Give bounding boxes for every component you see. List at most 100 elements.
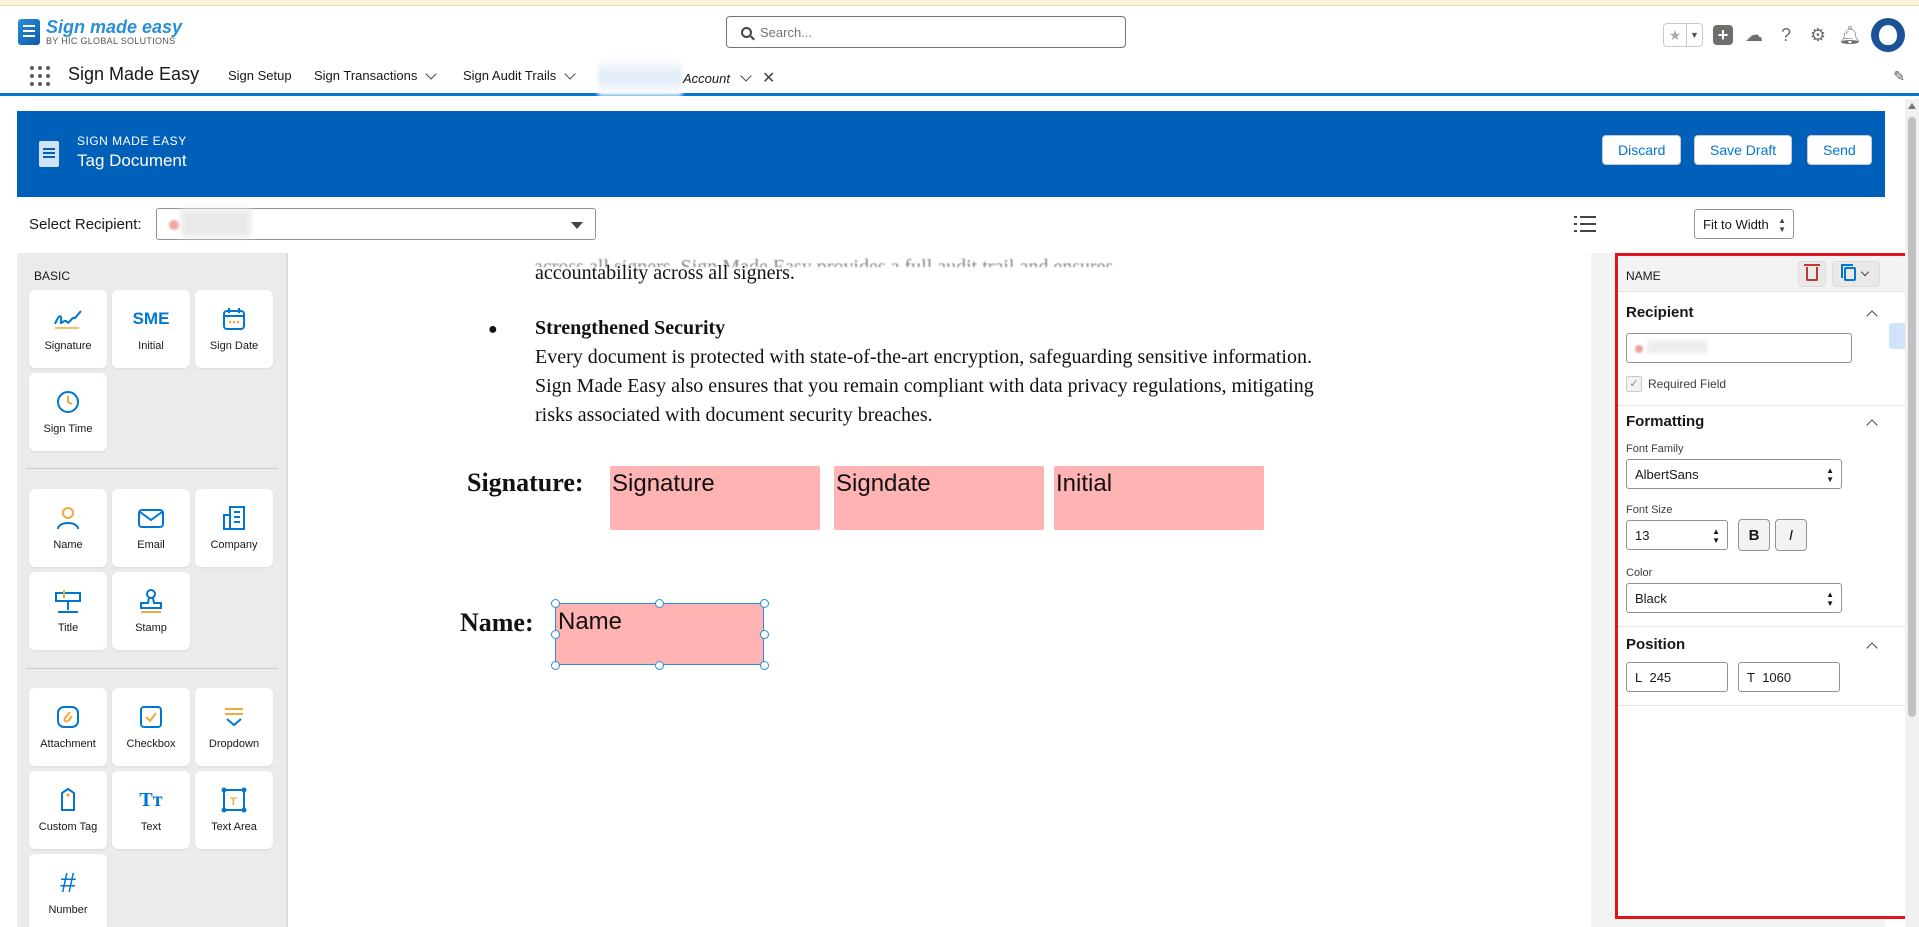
- section-divider: [1618, 405, 1906, 406]
- favorites-control[interactable]: ★ ▼: [1663, 23, 1703, 47]
- chevron-up-icon[interactable]: [1866, 419, 1878, 431]
- calendar-icon: [219, 304, 249, 334]
- tile-label: Attachment: [40, 738, 96, 750]
- tile-label: Initial: [138, 340, 164, 352]
- bold-button[interactable]: B: [1738, 519, 1770, 551]
- chevron-down-icon[interactable]: [740, 70, 752, 82]
- palette-tile-dropdown[interactable]: Dropdown: [195, 688, 273, 766]
- star-icon[interactable]: ★: [1664, 24, 1686, 46]
- left-prefix: L: [1635, 670, 1643, 685]
- resize-handle[interactable]: [760, 661, 769, 670]
- resize-handle[interactable]: [551, 599, 560, 608]
- caret-down-icon: [571, 222, 583, 229]
- italic-button[interactable]: I: [1775, 519, 1807, 551]
- nav-item-sign-setup[interactable]: Sign Setup: [228, 68, 292, 83]
- palette-tile-initial[interactable]: SME Initial: [112, 290, 190, 368]
- zoom-select[interactable]: Fit to Width ▲ ▼: [1694, 209, 1794, 239]
- global-search[interactable]: Search...: [726, 16, 1126, 48]
- redacted-tab[interactable]: [598, 58, 682, 96]
- text-area-icon: T: [219, 785, 249, 815]
- discard-button[interactable]: Discard: [1602, 135, 1682, 165]
- signature-field[interactable]: Signature: [610, 466, 820, 530]
- color-value: Black: [1635, 591, 1667, 606]
- send-button[interactable]: Send: [1807, 135, 1872, 165]
- page-scrollbar[interactable]: [1905, 99, 1919, 927]
- initial-field[interactable]: Initial: [1054, 466, 1264, 530]
- nav-item-sign-transactions[interactable]: Sign Transactions: [314, 67, 438, 83]
- font-family-select[interactable]: AlbertSans ▲ ▼: [1626, 459, 1842, 489]
- resize-handle[interactable]: [760, 599, 769, 608]
- palette-tile-attachment[interactable]: Attachment: [29, 688, 107, 766]
- close-icon[interactable]: ✕: [762, 68, 775, 88]
- required-field-checkbox[interactable]: ✓: [1626, 376, 1642, 392]
- palette-tile-text-area[interactable]: T Text Area: [195, 771, 273, 849]
- palette-tile-stamp[interactable]: Stamp: [112, 572, 190, 650]
- user-avatar[interactable]: [1871, 18, 1905, 52]
- position-top-input[interactable]: T 1060: [1738, 662, 1840, 692]
- palette-tile-checkbox[interactable]: Checkbox: [112, 688, 190, 766]
- recipient-select[interactable]: [156, 208, 596, 240]
- recipient-input[interactable]: [1626, 333, 1852, 363]
- resize-handle[interactable]: [551, 630, 560, 639]
- nav-item-sign-audit-trails[interactable]: Sign Audit Trails: [463, 67, 576, 83]
- chevron-down-icon[interactable]: [425, 67, 438, 80]
- palette-tile-company[interactable]: Company: [195, 489, 273, 567]
- nav-item-label: Sign Setup: [228, 68, 292, 83]
- palette-tile-name[interactable]: Name: [29, 489, 107, 567]
- resize-handle[interactable]: [655, 661, 664, 670]
- tile-label: Text: [140, 821, 162, 833]
- initial-icon: SME: [132, 309, 170, 328]
- font-size-stepper[interactable]: 13 ▲ ▼: [1626, 520, 1728, 550]
- palette-tile-email[interactable]: Email: [112, 489, 190, 567]
- palette-tile-title[interactable]: Title: [29, 572, 107, 650]
- chevron-down-icon[interactable]: ▼: [1686, 24, 1702, 46]
- chevron-up-icon[interactable]: [1866, 310, 1878, 322]
- document-canvas[interactable]: across all signers. Sign Made Easy provi…: [287, 253, 1591, 927]
- save-draft-button[interactable]: Save Draft: [1694, 135, 1793, 165]
- gear-icon[interactable]: ⚙: [1807, 24, 1829, 46]
- resize-handle[interactable]: [551, 661, 560, 670]
- palette-tile-sign-time[interactable]: Sign Time: [29, 373, 107, 451]
- app-logo[interactable]: Sign made easy BY HIC GLOBAL SOLUTIONS: [18, 18, 182, 46]
- section-divider: [1618, 705, 1906, 706]
- tag-icon: [53, 785, 83, 815]
- chevron-up-icon[interactable]: [1866, 642, 1878, 654]
- palette-tile-custom-tag[interactable]: Custom Tag: [29, 771, 107, 849]
- palette-tile-signature[interactable]: Signature: [29, 290, 107, 368]
- signdate-field[interactable]: Signdate: [834, 466, 1044, 530]
- scrollbar-thumb[interactable]: [1908, 117, 1916, 717]
- document-logo-icon: [18, 19, 40, 45]
- doc-line: Sign Made Easy also ensures that you rem…: [535, 375, 1314, 397]
- panel-collapse-tab[interactable]: [1889, 323, 1905, 349]
- bell-icon[interactable]: 🔔︎: [1839, 24, 1862, 46]
- global-actions-plus-icon[interactable]: +: [1713, 25, 1733, 45]
- delete-field-button[interactable]: [1798, 261, 1826, 287]
- edit-pencil-icon[interactable]: ✎: [1893, 68, 1905, 85]
- duplicate-field-button[interactable]: [1832, 261, 1880, 287]
- palette-tile-text[interactable]: Tт Text: [112, 771, 190, 849]
- top-prefix: T: [1747, 670, 1755, 685]
- app-launcher-icon[interactable]: [30, 66, 50, 86]
- tab-account[interactable]: Account ✕: [683, 68, 775, 88]
- search-icon: [741, 26, 752, 38]
- resize-handle[interactable]: [760, 630, 769, 639]
- position-left-input[interactable]: L 245: [1626, 662, 1728, 692]
- checkbox-icon: [136, 702, 166, 732]
- palette-tile-number[interactable]: # Number: [29, 854, 107, 927]
- signature-label: Signature:: [467, 468, 584, 497]
- name-field-selected[interactable]: Name: [555, 603, 764, 665]
- tile-label: Dropdown: [208, 738, 260, 750]
- list-icon[interactable]: [1574, 216, 1596, 232]
- palette-tile-sign-date[interactable]: Sign Date: [195, 290, 273, 368]
- page-title: Tag Document: [77, 151, 187, 170]
- trailhead-icon[interactable]: ☁: [1743, 24, 1765, 46]
- hash-icon: #: [60, 867, 76, 898]
- resize-handle[interactable]: [655, 599, 664, 608]
- help-icon[interactable]: ?: [1775, 24, 1797, 46]
- scroll-up-icon[interactable]: [1908, 103, 1916, 109]
- color-select[interactable]: Black ▲ ▼: [1626, 583, 1842, 613]
- font-family-value: AlbertSans: [1635, 467, 1699, 482]
- chevron-down-icon[interactable]: [564, 67, 576, 80]
- top-value: 1060: [1762, 670, 1792, 685]
- person-icon: [53, 503, 83, 533]
